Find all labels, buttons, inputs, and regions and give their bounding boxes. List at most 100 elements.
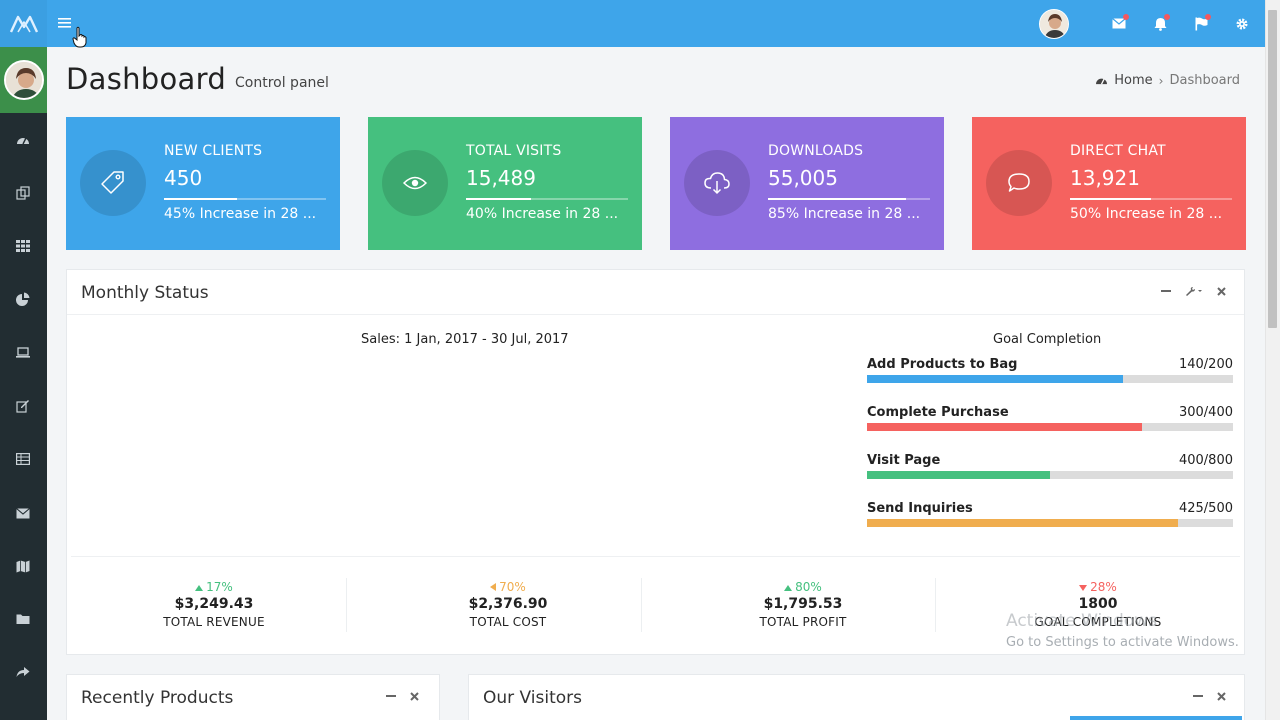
sidebar-item-dashboard[interactable] bbox=[14, 131, 32, 149]
sidebar-item-maps[interactable] bbox=[14, 557, 32, 575]
breadcrumb-current: Dashboard bbox=[1169, 73, 1240, 88]
avatar-image bbox=[1040, 9, 1068, 38]
minus-icon bbox=[1161, 290, 1171, 292]
goal-progress-bar bbox=[867, 375, 1233, 383]
stat-card-new-clients[interactable]: NEW CLIENTS 450 45% Increase in 28 ... bbox=[66, 117, 340, 250]
sidebar-avatar bbox=[3, 60, 44, 100]
goal-progress-fill bbox=[867, 519, 1179, 527]
kpi-amount: $2,376.90 bbox=[468, 596, 548, 612]
kpi-divider bbox=[935, 578, 936, 632]
stat-progress-bar bbox=[164, 198, 326, 200]
collapse-button[interactable] bbox=[1193, 691, 1203, 701]
sidebar-item-ui[interactable] bbox=[14, 343, 32, 361]
sidebar-item-forms[interactable] bbox=[14, 397, 32, 415]
kpi-amount: $1,795.53 bbox=[763, 596, 843, 612]
goal-progress-bar bbox=[867, 471, 1233, 479]
collapse-button[interactable] bbox=[386, 691, 396, 701]
close-icon bbox=[1217, 691, 1226, 701]
sidebar-item-mailbox[interactable] bbox=[14, 504, 32, 522]
page-scrollbar[interactable] bbox=[1265, 0, 1280, 720]
scrollbar-thumb[interactable] bbox=[1268, 10, 1277, 328]
goal-value: 140/200 bbox=[1178, 357, 1233, 372]
stat-progress-fill bbox=[1070, 198, 1151, 200]
sidebar-item-pages[interactable] bbox=[14, 184, 32, 202]
page-subtitle: Control panel bbox=[235, 75, 329, 91]
sidebar bbox=[0, 47, 47, 720]
folder-icon bbox=[16, 614, 30, 624]
chat-icon-circle bbox=[986, 150, 1052, 216]
goal-name: Visit Page bbox=[867, 453, 941, 468]
arrow-left-icon bbox=[490, 580, 497, 594]
sidebar-user-panel[interactable] bbox=[0, 47, 47, 113]
kpi-label: TOTAL REVENUE bbox=[163, 615, 265, 629]
kpi-amount: $3,249.43 bbox=[174, 596, 254, 612]
sidebar-item-apps[interactable] bbox=[14, 237, 32, 255]
arrow-down-icon bbox=[1079, 580, 1088, 594]
stat-label: DIRECT CHAT bbox=[1070, 143, 1166, 159]
stat-value: 55,005 bbox=[768, 166, 838, 190]
map-icon bbox=[16, 560, 30, 572]
close-button[interactable] bbox=[1217, 286, 1226, 296]
sidebar-item-tables[interactable] bbox=[14, 450, 32, 468]
chat-icon bbox=[1008, 173, 1030, 192]
wrench-dropdown-button[interactable] bbox=[1185, 286, 1203, 296]
grid-icon bbox=[16, 240, 30, 252]
tag-icon-circle bbox=[80, 150, 146, 216]
tag-icon bbox=[101, 171, 124, 194]
breadcrumb-separator: › bbox=[1158, 73, 1164, 88]
goal-progress-fill bbox=[867, 423, 1142, 431]
edit-icon bbox=[16, 400, 29, 413]
kpi-change-value: 28% bbox=[1090, 580, 1117, 594]
stat-card-downloads[interactable]: DOWNLOADS 55,005 85% Increase in 28 ... bbox=[670, 117, 944, 250]
settings-button[interactable] bbox=[1231, 13, 1253, 35]
notifications-button[interactable] bbox=[1149, 13, 1171, 35]
close-button[interactable] bbox=[410, 691, 419, 701]
user-avatar[interactable] bbox=[1039, 8, 1069, 39]
kpi-change-value: 70% bbox=[499, 580, 526, 594]
kpi-total-cost: 70% $2,376.90 TOTAL COST bbox=[408, 580, 608, 640]
mail-button[interactable] bbox=[1108, 13, 1130, 35]
kpi-total-profit: 80% $1,795.53 TOTAL PROFIT bbox=[703, 580, 903, 640]
panel-tools bbox=[1161, 286, 1226, 296]
flag-notification-dot bbox=[1205, 13, 1211, 20]
logo-icon bbox=[9, 15, 38, 33]
panel-title: Our Visitors bbox=[483, 688, 583, 708]
stat-card-total-visits[interactable]: TOTAL VISITS 15,489 40% Increase in 28 .… bbox=[368, 117, 642, 250]
bell-notification-dot bbox=[1164, 13, 1170, 20]
logo[interactable] bbox=[0, 0, 47, 47]
panel-tools bbox=[1193, 691, 1226, 701]
goal-progress-bar bbox=[867, 519, 1233, 527]
stat-card-direct-chat[interactable]: DIRECT CHAT 13,921 50% Increase in 28 ..… bbox=[972, 117, 1246, 250]
watermark-subtitle: Go to Settings to activate Windows. bbox=[1006, 635, 1239, 650]
watermark-title: Activate Windows bbox=[1006, 611, 1157, 631]
visitors-map-accent bbox=[1070, 716, 1242, 720]
close-button[interactable] bbox=[1217, 691, 1226, 701]
laptop-icon bbox=[16, 346, 30, 358]
panel-divider bbox=[67, 314, 1244, 315]
wrench-icon bbox=[1186, 287, 1202, 296]
goal-name: Send Inquiries bbox=[867, 501, 973, 516]
close-icon bbox=[1217, 286, 1226, 296]
kpi-label: TOTAL PROFIT bbox=[759, 615, 847, 629]
flags-button[interactable] bbox=[1190, 13, 1212, 35]
envelope-icon bbox=[16, 507, 30, 518]
goal-progress-bar bbox=[867, 423, 1233, 431]
collapse-button[interactable] bbox=[1161, 286, 1171, 296]
sidebar-item-charts[interactable] bbox=[14, 290, 32, 308]
stat-value: 15,489 bbox=[466, 166, 536, 190]
breadcrumb-home-link[interactable]: Home bbox=[1114, 73, 1152, 88]
goal-progress-fill bbox=[867, 375, 1124, 383]
dashboard-icon bbox=[1096, 78, 1108, 85]
panel-tools bbox=[386, 691, 419, 701]
stat-label: DOWNLOADS bbox=[768, 143, 864, 159]
cloud-icon-circle bbox=[684, 150, 750, 216]
copy-icon bbox=[16, 186, 30, 200]
mail-notification-dot bbox=[1123, 13, 1129, 20]
top-navbar bbox=[0, 0, 1265, 47]
pie-chart-icon bbox=[16, 292, 30, 306]
dashboard-icon bbox=[17, 137, 29, 145]
sidebar-item-files[interactable] bbox=[14, 610, 32, 628]
stat-value: 13,921 bbox=[1070, 166, 1140, 190]
table-icon bbox=[16, 453, 30, 465]
sidebar-item-share[interactable] bbox=[14, 663, 32, 681]
